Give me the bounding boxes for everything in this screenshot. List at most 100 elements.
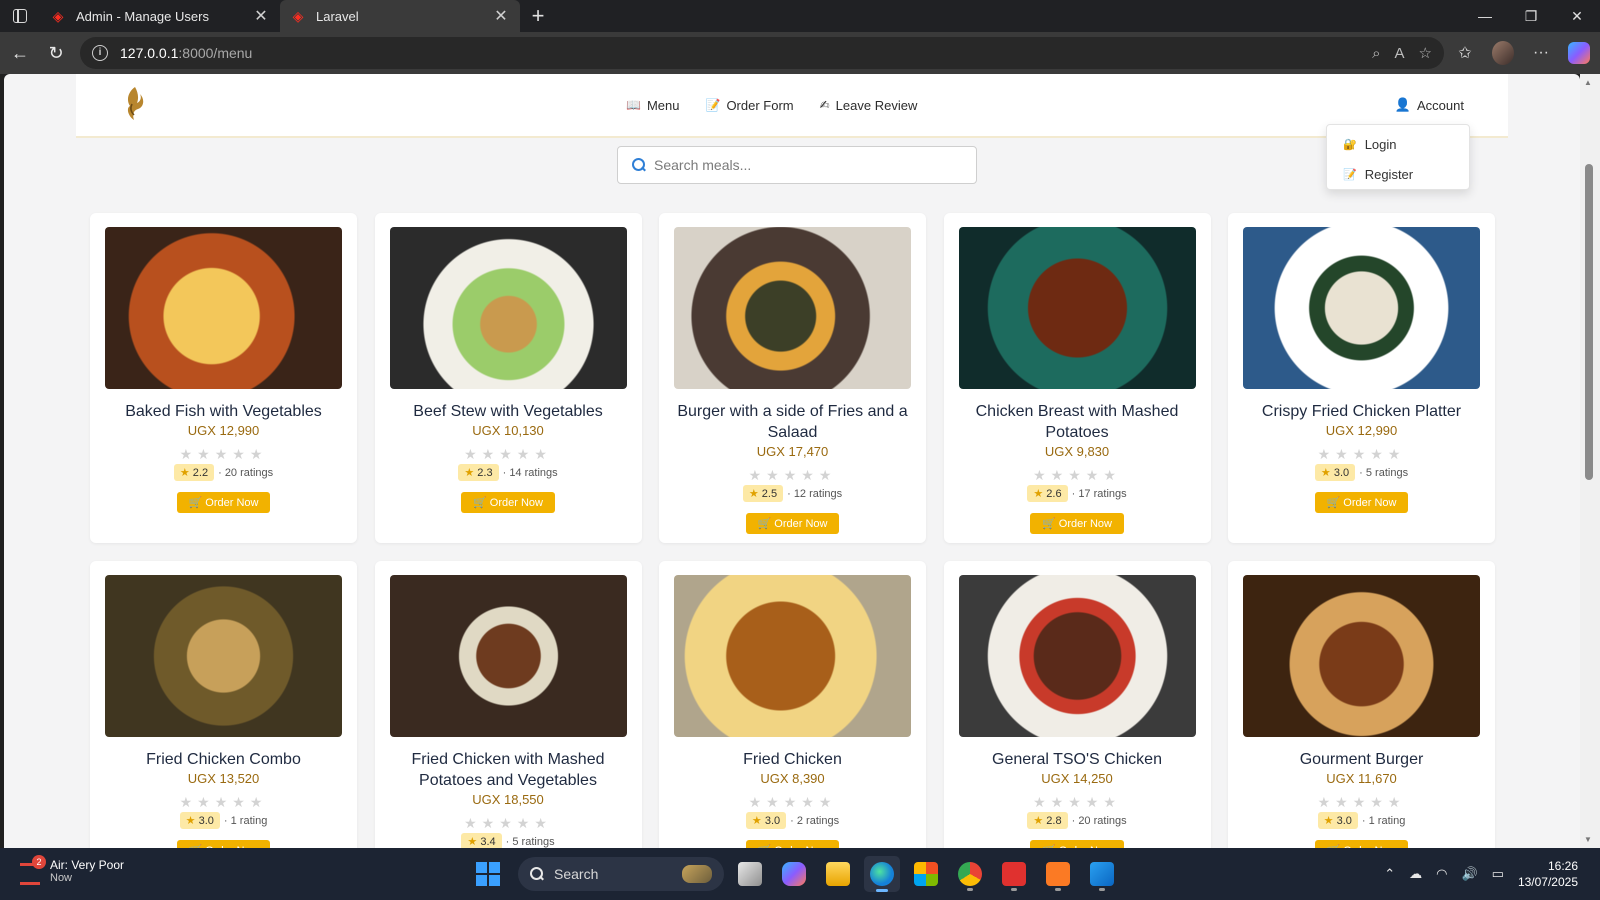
rating-summary: ★ 3.0 · 1 rating <box>1243 812 1480 829</box>
read-aloud-icon[interactable]: A <box>1395 45 1405 62</box>
tab-laravel[interactable]: ◈ Laravel ✕ <box>280 0 520 32</box>
meal-grid: Baked Fish with Vegetables UGX 12,990 ★★… <box>90 213 1500 848</box>
file-explorer-icon[interactable] <box>820 856 856 892</box>
onedrive-icon[interactable]: ☁ <box>1409 866 1422 882</box>
nav-menu[interactable]: 📖 Menu <box>626 98 679 113</box>
star-icon: ★ <box>751 815 762 827</box>
more-options-icon[interactable]: ··· <box>1530 44 1552 62</box>
close-tab-icon[interactable]: ✕ <box>492 6 510 26</box>
favorite-star-icon[interactable]: ☆ <box>1419 44 1432 62</box>
login-menu-item[interactable]: 🔐 Login <box>1327 129 1469 159</box>
rate-stars[interactable]: ★★★★★ <box>1243 446 1480 463</box>
search-highlight-icon <box>682 865 712 883</box>
meal-price: UGX 12,990 <box>1325 423 1398 438</box>
search-input[interactable] <box>654 157 954 173</box>
browser-toolbar: ← ↻ i 127.0.0.1:8000/menu ⌕ A ☆ ✩ ··· <box>0 32 1600 74</box>
close-window-icon[interactable]: ✕ <box>1554 0 1600 32</box>
meal-price: UGX 12,990 <box>187 423 260 438</box>
star-icon: ★ <box>467 836 478 848</box>
zoom-icon[interactable]: ⌕ <box>1372 45 1380 62</box>
meal-card: Beef Stew with Vegetables UGX 10,130 ★★★… <box>374 213 642 543</box>
address-bar[interactable]: i 127.0.0.1:8000/menu ⌕ A ☆ <box>80 37 1444 69</box>
rating-badge: ★ 3.0 <box>179 812 220 829</box>
rating-count: · 20 ratings <box>1071 814 1127 827</box>
rate-stars[interactable]: ★★★★★ <box>1243 794 1480 811</box>
order-now-button[interactable]: 🛒 Order Now <box>1030 513 1124 534</box>
wifi-icon[interactable]: ◠ <box>1436 866 1447 882</box>
refresh-icon[interactable]: ↻ <box>38 37 74 69</box>
copilot-icon[interactable] <box>1568 42 1590 64</box>
nav-order-form[interactable]: 📝 Order Form <box>705 98 793 113</box>
rate-stars[interactable]: ★★★★★ <box>390 815 627 832</box>
restaurant-logo[interactable] <box>120 84 150 124</box>
search-icon <box>632 158 646 172</box>
page-scrollbar[interactable]: ▲ ▼ <box>1580 74 1600 848</box>
rating-summary: ★ 3.0 · 5 ratings <box>1243 464 1480 481</box>
rate-stars[interactable]: ★★★★★ <box>959 794 1196 811</box>
vscode-icon[interactable] <box>1084 856 1120 892</box>
battery-icon[interactable]: ▭ <box>1492 866 1504 882</box>
meal-name: Fried Chicken with Mashed Potatoes and V… <box>411 751 605 789</box>
meal-card: Crispy Fried Chicken Platter UGX 12,990 … <box>1228 213 1495 543</box>
wps-office-icon[interactable] <box>996 856 1032 892</box>
meal-name: Fried Chicken <box>743 751 842 768</box>
system-clock[interactable]: 16:26 13/07/2025 <box>1518 858 1578 890</box>
register-menu-item[interactable]: 📝 Register <box>1327 159 1469 189</box>
star-icon: ★ <box>1033 815 1044 827</box>
order-now-button[interactable]: 🛒 Order Now <box>1030 840 1124 848</box>
start-button[interactable] <box>476 862 500 886</box>
weather-widget[interactable]: 2 Air: Very Poor Now <box>18 855 124 885</box>
show-hidden-icons-icon[interactable]: ⌃ <box>1384 866 1395 882</box>
rate-stars[interactable]: ★★★★★ <box>674 467 911 484</box>
star-icon: ★ <box>1320 467 1331 479</box>
volume-icon[interactable]: 🔊 <box>1461 866 1477 882</box>
tab-actions-icon[interactable] <box>0 0 40 32</box>
new-tab-button[interactable]: + <box>520 0 556 32</box>
rating-summary: ★ 2.3 · 14 ratings <box>390 464 627 481</box>
rate-stars[interactable]: ★★★★★ <box>674 794 911 811</box>
order-now-button[interactable]: 🛒 Order Now <box>1314 840 1409 848</box>
meal-name: Burger with a side of Fries and a Salaad <box>677 403 908 441</box>
restore-icon[interactable]: ❐ <box>1508 0 1554 32</box>
rating-count: · 5 ratings <box>505 835 555 848</box>
login-icon: 🔐 <box>1343 138 1357 151</box>
user-icon: 👤 <box>1394 97 1412 112</box>
chrome-icon[interactable] <box>952 856 988 892</box>
star-icon: ★ <box>464 467 475 479</box>
favorites-icon[interactable]: ✩ <box>1454 43 1476 63</box>
scroll-up-icon[interactable]: ▲ <box>1584 78 1592 87</box>
xampp-icon[interactable] <box>1040 856 1076 892</box>
order-now-button[interactable]: 🛒 Order Now <box>745 513 840 534</box>
rating-badge: ★ 3.4 <box>461 833 502 848</box>
rate-stars[interactable]: ★★★★★ <box>105 446 342 463</box>
taskbar-search[interactable]: Search <box>518 857 724 891</box>
tab-admin-manage-users[interactable]: ◈ Admin - Manage Users ✕ <box>40 0 280 32</box>
order-now-button[interactable]: 🛒 Order Now <box>176 840 271 848</box>
order-now-button[interactable]: 🛒 Order Now <box>745 840 840 848</box>
microsoft-store-icon[interactable] <box>908 856 944 892</box>
scrollbar-thumb[interactable] <box>1585 164 1593 480</box>
meal-photo <box>958 227 1196 389</box>
rating-badge: ★ 2.5 <box>742 485 784 502</box>
profile-avatar[interactable] <box>1492 41 1514 65</box>
rating-summary: ★ 3.0 · 1 rating <box>105 812 342 829</box>
order-now-button[interactable]: 🛒 Order Now <box>176 492 271 513</box>
order-now-button[interactable]: 🛒 Order Now <box>461 492 555 513</box>
nav-leave-review[interactable]: ✍ Leave Review <box>820 98 918 113</box>
rate-stars[interactable]: ★★★★★ <box>390 446 627 463</box>
main-nav: 📖 Menu 📝 Order Form ✍ Leave Review <box>626 74 917 136</box>
meal-card: Fried Chicken Combo UGX 13,520 ★★★★★ ★ 3… <box>90 561 357 848</box>
rating-badge: ★ 2.8 <box>1027 812 1068 829</box>
close-tab-icon[interactable]: ✕ <box>252 6 270 26</box>
copilot-app-icon[interactable] <box>776 856 812 892</box>
rate-stars[interactable]: ★★★★★ <box>959 467 1196 484</box>
order-now-button[interactable]: 🛒 Order Now <box>1314 492 1409 513</box>
back-icon[interactable]: ← <box>2 37 38 69</box>
minimize-icon[interactable]: — <box>1462 0 1508 32</box>
task-view-icon[interactable] <box>732 856 768 892</box>
site-info-icon[interactable]: i <box>92 45 108 61</box>
rating-count: · 2 ratings <box>790 814 840 827</box>
edge-browser-icon[interactable] <box>864 856 900 892</box>
scroll-down-icon[interactable]: ▼ <box>1584 835 1592 844</box>
rate-stars[interactable]: ★★★★★ <box>105 794 342 811</box>
